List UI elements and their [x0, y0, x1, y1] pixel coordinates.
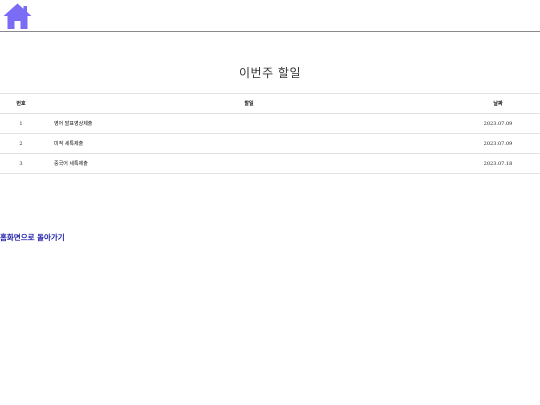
- row-task: 미적 세특제출: [42, 133, 456, 154]
- home-icon: [3, 3, 32, 29]
- page-title: 이번주 할일: [238, 66, 301, 80]
- row-date: 2023.07.09: [456, 113, 540, 134]
- column-header-date: 날짜: [456, 93, 540, 114]
- column-header-number: 번호: [0, 93, 42, 114]
- row-date: 2023.07.18: [456, 153, 540, 174]
- back-to-home-link[interactable]: 홈화면으로 돌아가기: [0, 232, 65, 243]
- row-number: 2: [0, 133, 42, 154]
- row-task: 중국어 세특제출: [42, 153, 456, 174]
- top-bar: [0, 0, 540, 32]
- row-date: 2023.07.09: [456, 133, 540, 154]
- row-number: 1: [0, 113, 42, 134]
- row-task: 영어 발표영상제출: [42, 113, 456, 134]
- column-header-task: 할일: [42, 93, 456, 114]
- table-row: 2 미적 세특제출 2023.07.09: [0, 133, 540, 154]
- todo-table: 번호 할일 날짜 1 영어 발표영상제출 2023.07.09 2 미적 세특제…: [0, 93, 540, 174]
- home-button[interactable]: [2, 2, 33, 30]
- table-header-row: 번호 할일 날짜: [0, 93, 540, 114]
- table-row: 1 영어 발표영상제출 2023.07.09: [0, 113, 540, 134]
- table-row: 3 중국어 세특제출 2023.07.18: [0, 153, 540, 174]
- row-number: 3: [0, 153, 42, 174]
